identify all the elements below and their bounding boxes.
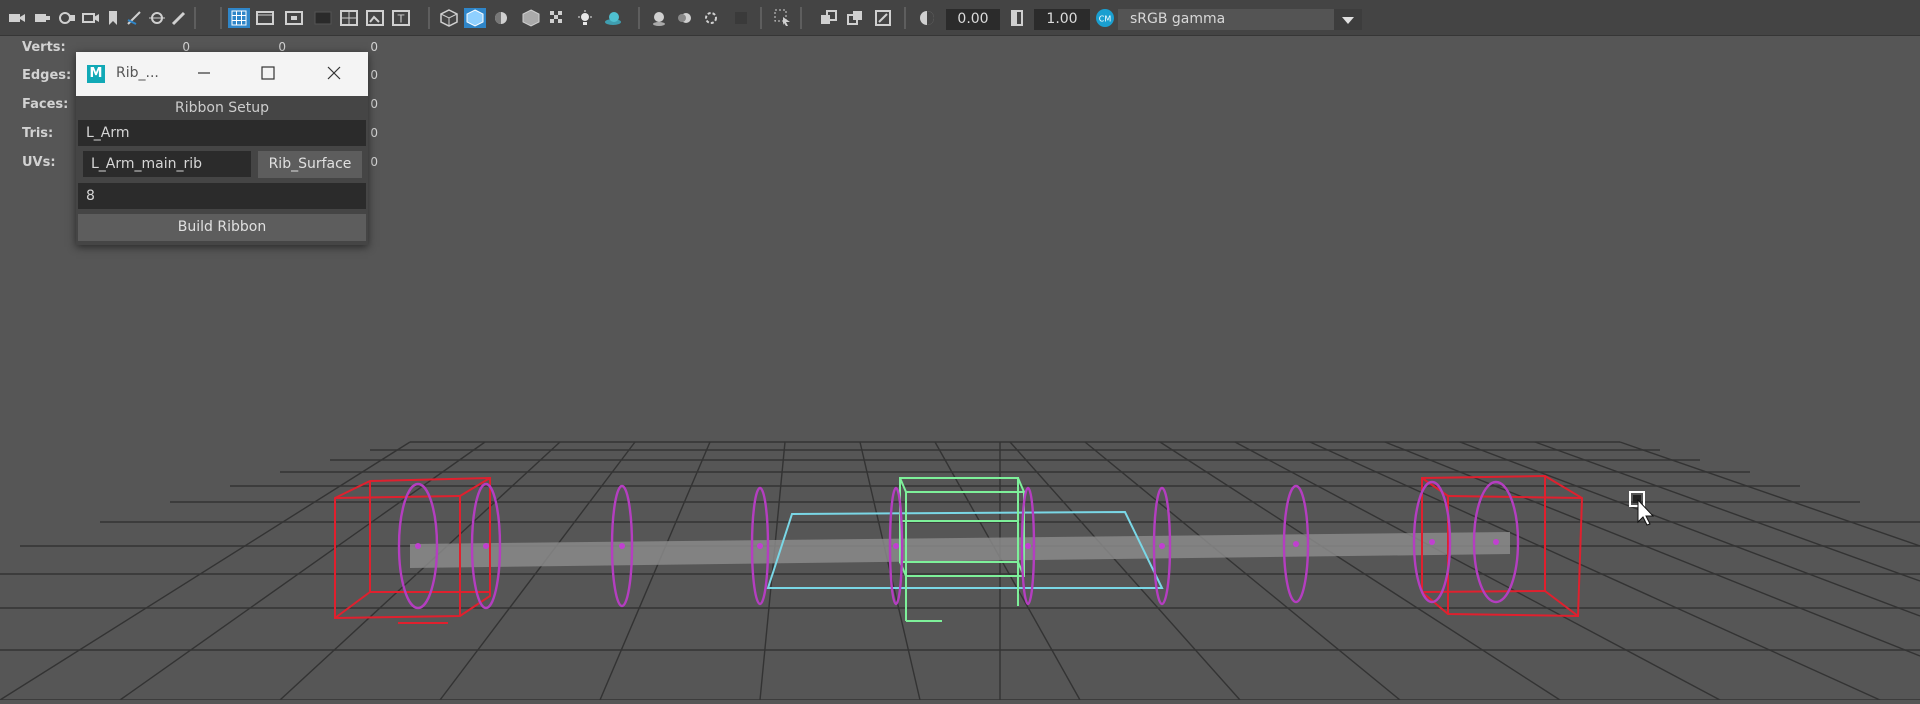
- hud-tris-label: Tris:: [22, 126, 54, 141]
- ribbon-setup-window: M Rib_... Ribbon Setup L_Arm L_Arm_main_…: [76, 52, 368, 245]
- image-plane-icon[interactable]: [146, 8, 168, 28]
- viewport-panel-toolbar: T 0.00 1.00 CM sRGB gamma: [0, 0, 1920, 36]
- joint-count-field[interactable]: 8: [78, 183, 366, 209]
- exposure-field[interactable]: 0.00: [946, 9, 1000, 30]
- camera-attributes-icon[interactable]: [80, 8, 102, 28]
- wireframe-icon[interactable]: [438, 8, 460, 28]
- field-chart-icon[interactable]: [338, 8, 360, 28]
- image-plane-icon[interactable]: [124, 8, 146, 28]
- backface-icon[interactable]: [872, 8, 894, 28]
- xray-icon[interactable]: [818, 8, 840, 28]
- hud-faces-label: Faces:: [22, 97, 69, 112]
- bookmark-icon[interactable]: [102, 8, 124, 28]
- chevron-down-icon[interactable]: [1334, 9, 1362, 30]
- anti-aliasing-icon[interactable]: [700, 8, 722, 28]
- hud-verts-label: Verts:: [22, 40, 66, 55]
- ground-grid: [0, 441, 1920, 701]
- camera-attributes-icon[interactable]: [56, 8, 78, 28]
- exposure-icon[interactable]: [916, 8, 938, 28]
- maya-logo-icon: M: [87, 65, 105, 83]
- svg-text:CM: CM: [1099, 15, 1112, 24]
- camera-icon[interactable]: [6, 8, 28, 28]
- gate-mask-icon[interactable]: [312, 8, 334, 28]
- mouse-cursor-icon: [1628, 490, 1655, 530]
- film-gate-icon[interactable]: [254, 8, 276, 28]
- xray-joints-icon[interactable]: [844, 8, 866, 28]
- lighting-icon[interactable]: [546, 8, 568, 28]
- hud-uvs-label: UVs:: [22, 155, 56, 170]
- textured-icon[interactable]: [520, 8, 542, 28]
- rib-surface-button[interactable]: Rib_Surface: [258, 151, 362, 178]
- anti-aliasing-icon[interactable]: [730, 8, 752, 28]
- shadows-icon[interactable]: [602, 8, 624, 28]
- limb-name-field[interactable]: L_Arm: [78, 120, 366, 146]
- motion-blur-icon[interactable]: [674, 8, 696, 28]
- build-ribbon-button[interactable]: Build Ribbon: [78, 214, 366, 241]
- hud-edges-label: Edges:: [22, 68, 72, 83]
- color-space-select[interactable]: sRGB gamma: [1118, 9, 1362, 30]
- isolate-select-icon[interactable]: [772, 8, 794, 28]
- window-title: Rib_...: [116, 65, 159, 81]
- image-plane-icon[interactable]: [168, 8, 190, 28]
- gamma-icon[interactable]: [1006, 8, 1028, 28]
- resolution-gate-icon[interactable]: [283, 8, 305, 28]
- minimize-icon[interactable]: [192, 61, 216, 85]
- safe-action-icon[interactable]: [364, 8, 386, 28]
- safe-title-icon[interactable]: T: [390, 8, 412, 28]
- lighting-icon[interactable]: [574, 8, 596, 28]
- grid-icon[interactable]: [228, 8, 250, 28]
- camera-attributes-icon[interactable]: [32, 8, 54, 28]
- smooth-shade-icon[interactable]: [464, 8, 486, 28]
- ribbon-name-field[interactable]: L_Arm_main_rib: [83, 151, 251, 177]
- svg-text:T: T: [397, 13, 405, 26]
- close-icon[interactable]: [322, 61, 346, 85]
- window-titlebar[interactable]: M Rib_...: [76, 52, 368, 96]
- maximize-icon[interactable]: [256, 61, 280, 85]
- screen-space-ao-icon[interactable]: [648, 8, 670, 28]
- gamma-field[interactable]: 1.00: [1034, 9, 1090, 30]
- view-transform-icon[interactable]: CM: [1094, 8, 1116, 28]
- default-material-icon[interactable]: [490, 8, 512, 28]
- ribbon-setup-header: Ribbon Setup: [174, 100, 270, 116]
